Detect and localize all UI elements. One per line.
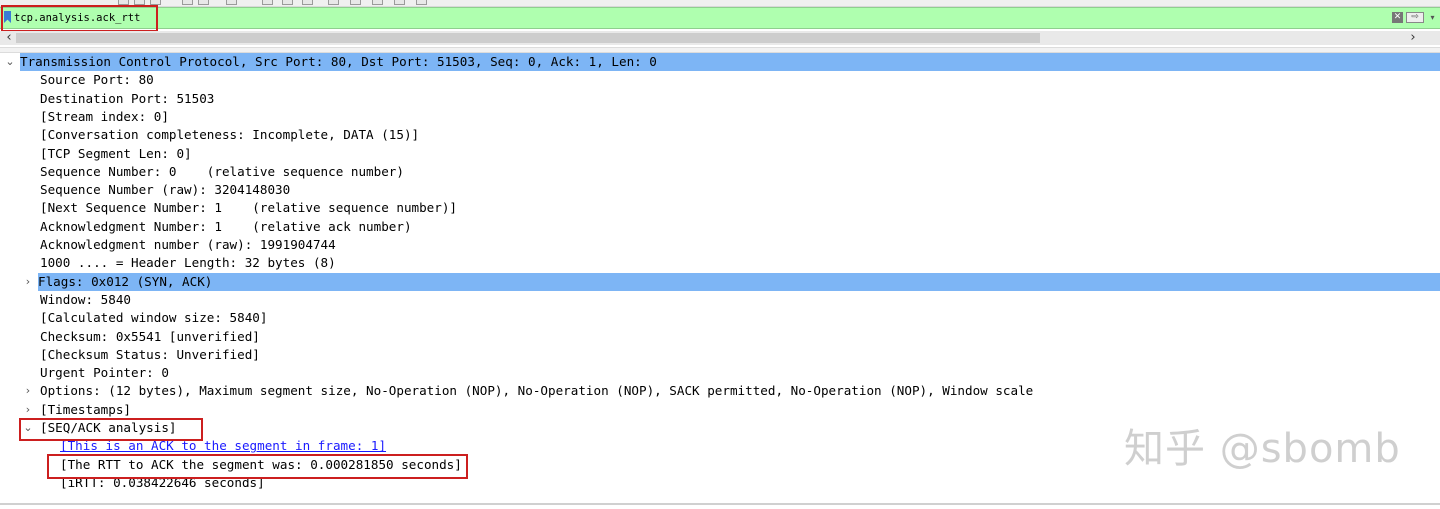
tree-item-source-port[interactable]: Source Port: 80 [0,71,1440,89]
tree-item-label: Destination Port: 51503 [40,90,215,106]
tree-item-checksum-status[interactable]: [Checksum Status: Unverified] [0,346,1440,364]
main-toolbar [0,0,1440,7]
tree-item-next-sequence-number[interactable]: [Next Sequence Number: 1 (relative seque… [0,199,1440,217]
clear-filter-icon[interactable]: ✕ [1392,12,1403,23]
toolbar-button[interactable] [394,0,405,5]
tree-item-sequence-number-raw[interactable]: Sequence Number (raw): 3204148030 [0,181,1440,199]
tree-item-ack-number-raw[interactable]: Acknowledgment number (raw): 1991904744 [0,236,1440,254]
tree-item-label: Acknowledgment number (raw): 1991904744 [40,237,336,252]
tree-item-label: Checksum: 0x5541 [unverified] [40,328,260,344]
chevron-right-icon[interactable]: › [22,273,34,291]
tree-item-ack-number[interactable]: Acknowledgment Number: 1 (relative ack n… [0,218,1440,236]
tree-item-window[interactable]: Window: 5840 [0,291,1440,309]
display-filter-input[interactable] [14,8,1384,28]
scroll-left-icon[interactable]: ‹ [2,31,16,45]
annotation-box-seq-ack [19,418,203,441]
annotation-box-filter [1,5,158,32]
display-filter-bar: ✕ ⇨ ▾ [0,7,1440,29]
toolbar-button[interactable] [198,0,209,5]
tree-item-label: Transmission Control Protocol, Src Port:… [20,53,1440,71]
apply-filter-icon[interactable]: ⇨ [1406,12,1424,23]
tree-item-label: Acknowledgment Number: 1 (relative ack n… [40,218,412,234]
tree-item-options[interactable]: › Options: (12 bytes), Maximum segment s… [0,382,1440,400]
tree-item-label: [Stream index: 0] [40,108,169,124]
pane-bottom-border [0,503,1440,505]
toolbar-button[interactable] [282,0,293,5]
tree-item-destination-port[interactable]: Destination Port: 51503 [0,90,1440,108]
tree-item-label: [Calculated window size: 5840] [40,310,268,326]
toolbar-button[interactable] [328,0,339,5]
tree-item-tcp-header[interactable]: ⌄ Transmission Control Protocol, Src Por… [0,53,1440,71]
tree-item-label: [TCP Segment Len: 0] [40,145,192,161]
chevron-down-icon[interactable]: ⌄ [4,53,16,71]
tree-item-conversation-completeness[interactable]: [Conversation completeness: Incomplete, … [0,126,1440,144]
tree-item-header-length[interactable]: 1000 .... = Header Length: 32 bytes (8) [0,254,1440,272]
toolbar-button[interactable] [262,0,273,5]
scroll-right-icon[interactable]: › [1406,31,1420,45]
chevron-right-icon[interactable]: › [22,382,34,400]
tree-item-flags[interactable]: › Flags: 0x012 (SYN, ACK) [0,272,1440,291]
toolbar-button[interactable] [372,0,383,5]
tree-item-label: Flags: 0x012 (SYN, ACK) [38,272,1440,291]
tree-item-label: Sequence Number (raw): 3204148030 [40,182,291,198]
tree-item-timestamps[interactable]: › [Timestamps] [0,401,1440,419]
chevron-down-icon[interactable]: ▾ [1428,12,1437,23]
tree-item-label: [Checksum Status: Unverified] [40,346,260,362]
toolbar-button[interactable] [350,0,361,5]
scrollbar-thumb[interactable] [16,33,1040,43]
toolbar-button[interactable] [416,0,427,5]
chevron-right-icon[interactable]: › [22,401,34,419]
tree-item-calculated-window[interactable]: [Calculated window size: 5840] [0,309,1440,327]
tree-item-label: Sequence Number: 0 (relative sequence nu… [40,163,404,179]
toolbar-button[interactable] [302,0,313,5]
toolbar-button[interactable] [182,0,193,5]
toolbar-button[interactable] [226,0,237,5]
tree-item-sequence-number[interactable]: Sequence Number: 0 (relative sequence nu… [0,163,1440,181]
tree-item-label: Urgent Pointer: 0 [40,365,169,381]
tree-item-checksum[interactable]: Checksum: 0x5541 [unverified] [0,328,1440,346]
tree-item-segment-len[interactable]: [TCP Segment Len: 0] [0,145,1440,163]
horizontal-scrollbar[interactable]: ‹ › [0,31,1440,45]
tree-item-label: [Next Sequence Number: 1 (relative seque… [40,200,458,216]
tree-item-label: 1000 .... = Header Length: 32 bytes (8) [40,255,336,271]
tree-item-urgent-pointer[interactable]: Urgent Pointer: 0 [0,364,1440,382]
annotation-box-rtt [47,454,468,479]
tree-item-label: Source Port: 80 [40,72,154,88]
tree-item-label: [Timestamps] [40,401,131,417]
watermark: 知乎 @sbomb [1124,426,1401,472]
tree-item-stream-index[interactable]: [Stream index: 0] [0,108,1440,126]
tree-item-label: [Conversation completeness: Incomplete, … [40,127,420,143]
tree-item-label: Options: (12 bytes), Maximum segment siz… [40,383,1034,399]
tree-item-label: Window: 5840 [40,291,131,307]
